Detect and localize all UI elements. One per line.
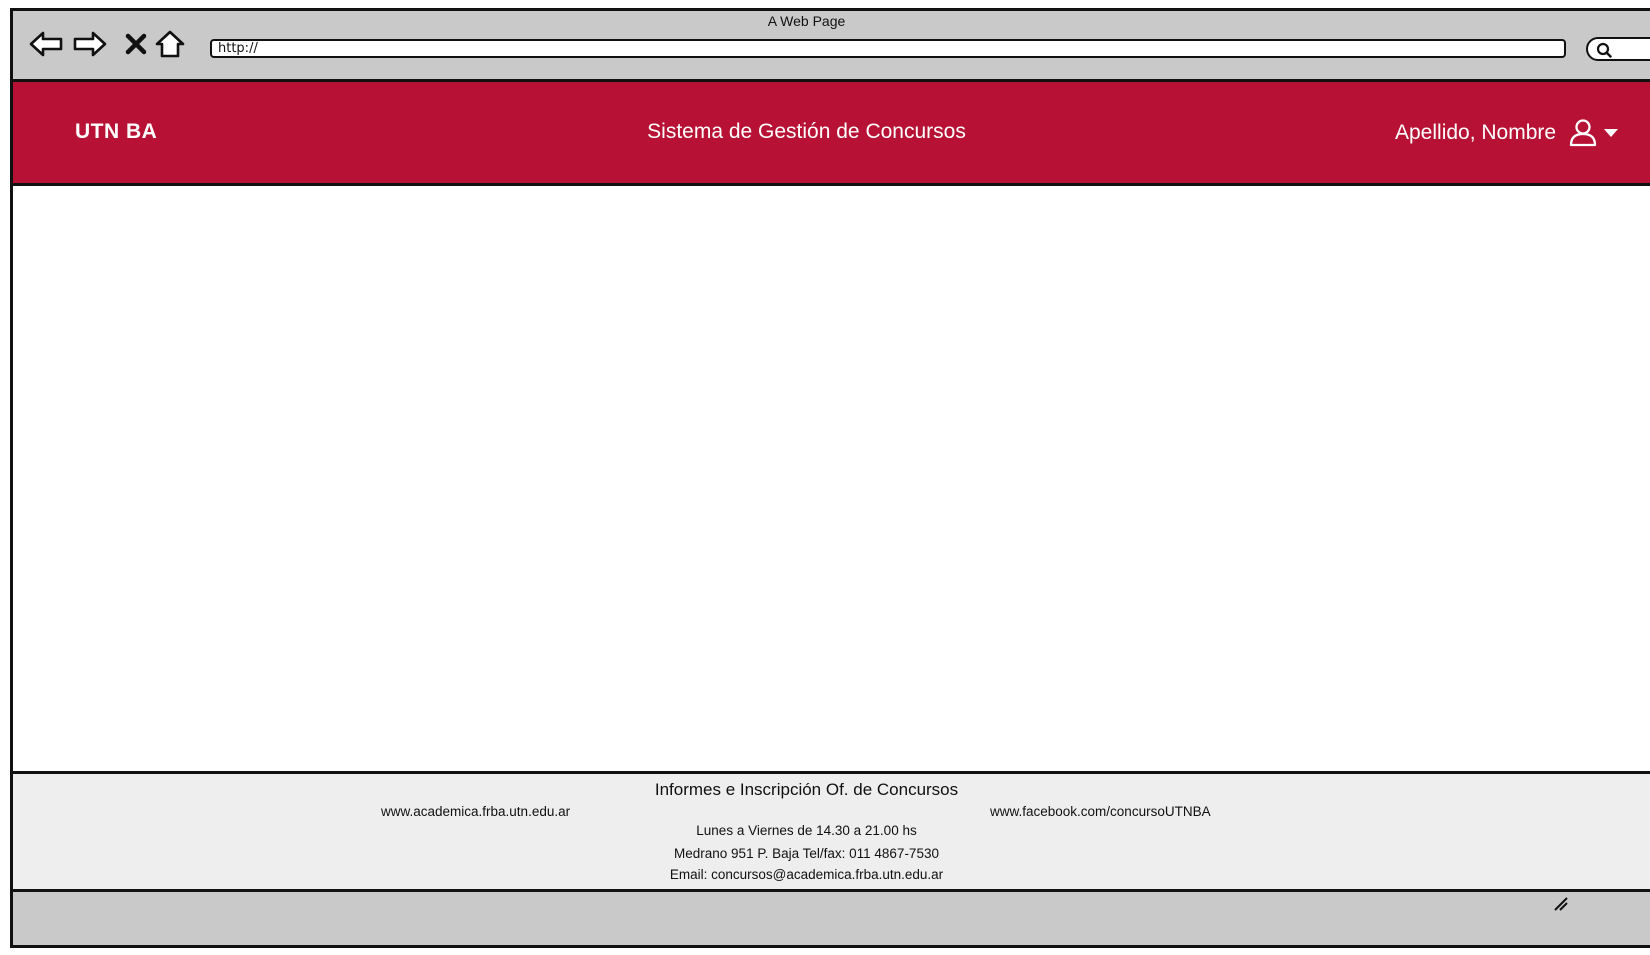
search-box[interactable] [1586, 37, 1650, 61]
browser-toolbar: A Web Page http:// [13, 11, 1650, 82]
footer-link-academica[interactable]: www.academica.frba.utn.edu.ar [381, 804, 570, 819]
footer-hours: Lunes a Viernes de 14.30 a 21.00 hs [696, 823, 917, 838]
address-bar[interactable]: http:// [210, 39, 1566, 58]
window-title: A Web Page [767, 13, 846, 29]
home-button[interactable] [151, 27, 189, 61]
user-name: Apellido, Nombre [1395, 121, 1557, 144]
main-content [13, 186, 1650, 771]
home-icon [155, 30, 185, 58]
close-icon [125, 33, 147, 55]
forward-arrow-icon [73, 31, 107, 57]
search-icon [1596, 42, 1612, 58]
site-header: UTN BA Sistema de Gestión de Concursos A… [13, 82, 1650, 186]
back-arrow-icon [29, 31, 63, 57]
user-menu[interactable]: Apellido, Nombre [1395, 118, 1620, 148]
back-button[interactable] [27, 27, 65, 61]
chevron-down-icon [1604, 129, 1619, 137]
site-footer: Informes e Inscripción Of. de Concursos … [13, 771, 1650, 889]
footer-address: Medrano 951 P. Baja Tel/fax: 011 4867-75… [674, 846, 939, 861]
user-icon [1569, 119, 1597, 147]
resize-grip-icon [1554, 897, 1568, 911]
app-title: Sistema de Gestión de Concursos [647, 120, 966, 143]
forward-button[interactable] [71, 27, 109, 61]
browser-window: A Web Page http:// UTN BA Sistema de Ges… [10, 8, 1650, 948]
footer-title: Informes e Inscripción Of. de Concursos [654, 780, 959, 799]
stop-button[interactable] [117, 27, 155, 61]
browser-status-bar [13, 889, 1650, 945]
footer-link-facebook[interactable]: www.facebook.com/concursoUTNBA [990, 804, 1211, 819]
footer-email: Email: concursos@academica.frba.utn.edu.… [669, 867, 944, 882]
